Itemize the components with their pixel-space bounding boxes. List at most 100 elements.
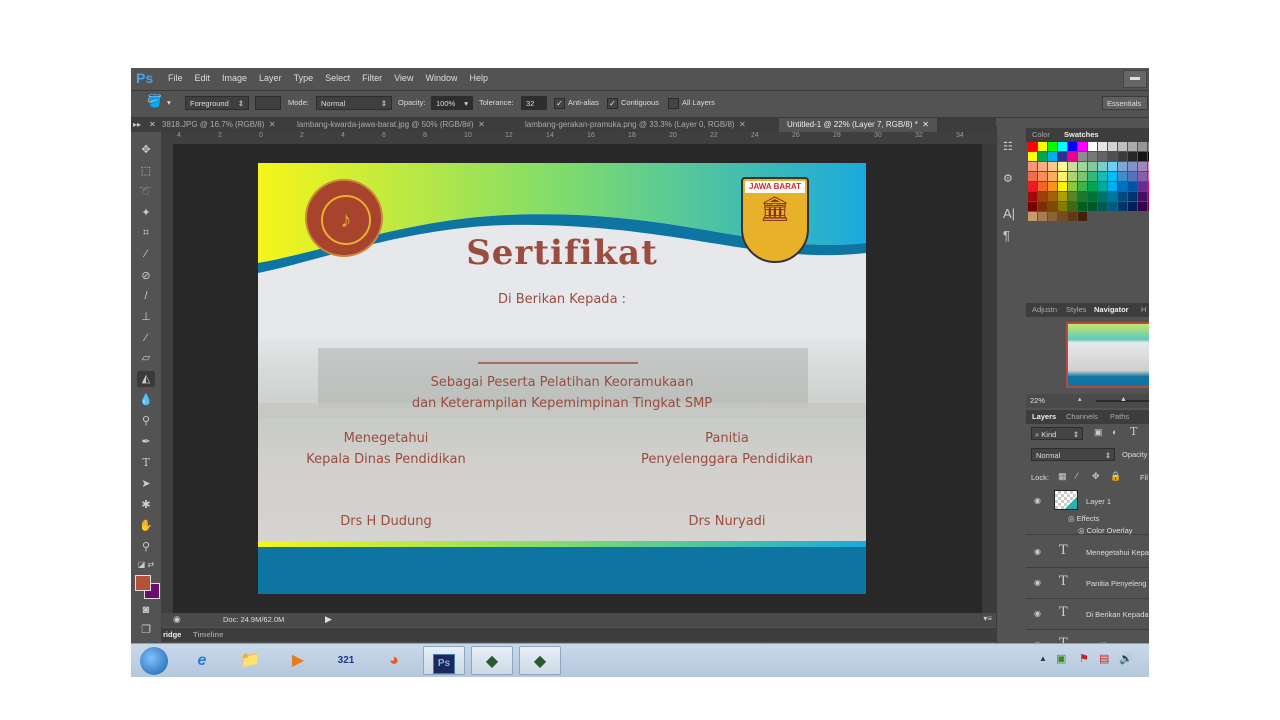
status-options-icon[interactable]: ◉ <box>173 614 181 625</box>
character-icon[interactable]: A| <box>1003 206 1015 221</box>
swatch[interactable] <box>1128 152 1137 161</box>
swatch[interactable] <box>1118 202 1127 211</box>
photoshop-taskbar-button[interactable]: Ps <box>423 646 465 675</box>
tab-styles[interactable]: Styles <box>1066 305 1086 314</box>
pen-tool-icon[interactable]: ✒ <box>137 434 155 450</box>
visibility-eye-icon[interactable]: ◎ <box>1078 526 1087 535</box>
swatch[interactable] <box>1078 192 1087 201</box>
swatch[interactable] <box>1098 192 1107 201</box>
close-icon[interactable]: ✕ <box>920 120 929 129</box>
swatch[interactable] <box>1058 162 1067 171</box>
contiguous-checkbox[interactable]: ✓ Contiguous <box>607 96 659 110</box>
history-icon[interactable]: ☷ <box>1003 140 1013 153</box>
history-brush-tool-icon[interactable]: ⁄ <box>137 330 155 346</box>
swatch[interactable] <box>1038 152 1047 161</box>
swatch[interactable] <box>1088 152 1097 161</box>
swatch[interactable] <box>1048 162 1057 171</box>
swatch[interactable] <box>1138 192 1147 201</box>
volume-icon[interactable]: 🔊 <box>1119 652 1133 665</box>
tab-navigator[interactable]: Navigator <box>1094 305 1129 314</box>
swatch[interactable] <box>1108 182 1117 191</box>
layer-row[interactable]: ◉ T Menegetahui Kepa <box>1026 537 1149 568</box>
swatch[interactable] <box>1058 182 1067 191</box>
all-layers-checkbox[interactable]: All Layers <box>668 96 715 110</box>
blend-mode-select[interactable]: Normal ⇕ <box>1031 448 1115 461</box>
network-icon[interactable]: ▤ <box>1099 652 1109 665</box>
tab-timeline[interactable]: Timeline <box>193 630 223 639</box>
swatch[interactable] <box>1098 172 1107 181</box>
swatch[interactable] <box>1098 152 1107 161</box>
swatch[interactable] <box>1138 162 1147 171</box>
swatch[interactable] <box>1078 142 1087 151</box>
action-center-icon[interactable]: ⚑ <box>1079 652 1089 665</box>
navigator-zoom-value[interactable]: 22% <box>1030 396 1045 405</box>
tab-color[interactable]: Color <box>1032 130 1050 139</box>
swatch[interactable] <box>1058 192 1067 201</box>
menu-image[interactable]: Image <box>222 73 247 83</box>
swatch[interactable] <box>1108 172 1117 181</box>
status-menu-arrow-icon[interactable]: ▶ <box>325 614 332 625</box>
menu-help[interactable]: Help <box>469 73 488 83</box>
marquee-tool-icon[interactable]: ⬚ <box>137 163 155 179</box>
panel-menu-icon[interactable]: ▾≡ <box>983 614 992 623</box>
hand-tool-icon[interactable]: ✋ <box>137 518 155 534</box>
blur-tool-icon[interactable]: 💧 <box>137 392 155 408</box>
start-button[interactable] <box>133 646 175 675</box>
filter-type-icon[interactable]: T <box>1130 425 1137 438</box>
crop-tool-icon[interactable]: ⌗ <box>137 225 155 241</box>
visibility-eye-icon[interactable]: ◉ <box>1034 578 1041 587</box>
swatch[interactable] <box>1028 212 1037 221</box>
swatch[interactable] <box>1128 182 1137 191</box>
swatch[interactable] <box>1028 192 1037 201</box>
workspace-button[interactable]: Essentials <box>1102 96 1148 110</box>
swatch[interactable] <box>1048 142 1057 151</box>
swatch[interactable] <box>1078 212 1087 221</box>
swatch[interactable] <box>1068 182 1077 191</box>
slider-thumb[interactable]: ▲ <box>1120 396 1127 403</box>
type-tool-icon[interactable]: T <box>137 455 155 471</box>
swatch[interactable] <box>1048 152 1057 161</box>
swatch[interactable] <box>1068 202 1077 211</box>
swatch[interactable] <box>1068 162 1077 171</box>
swatch[interactable] <box>1048 192 1057 201</box>
pattern-picker[interactable] <box>255 96 281 110</box>
swatch[interactable] <box>1028 152 1037 161</box>
effects-row[interactable]: ◎ Effects <box>1068 514 1099 523</box>
layer-filter-select[interactable]: ⌕ Kind ⇕ <box>1031 427 1083 440</box>
swatch[interactable] <box>1038 192 1047 201</box>
swatch[interactable] <box>1138 182 1147 191</box>
certificate-canvas[interactable]: ♪ JAWA BARAT 🏛 Sertifikat Di Berikan Kep… <box>258 163 866 594</box>
zoom-out-icon[interactable]: ▴ <box>1078 395 1082 403</box>
anti-alias-checkbox[interactable]: ✓ Anti-alias <box>554 96 599 110</box>
swatch[interactable] <box>1108 162 1117 171</box>
swap-colors-icon[interactable]: ◪ ⇄ <box>137 557 155 573</box>
tolerance-field[interactable]: 32 <box>521 96 547 110</box>
app-taskbar-button[interactable]: ◆ <box>519 646 561 675</box>
fill-source-select[interactable]: Foreground ⇕ <box>185 96 249 110</box>
tool-preset-dropdown[interactable]: ▾ <box>167 96 171 110</box>
lock-all-icon[interactable]: 🔒 <box>1110 471 1121 482</box>
swatch[interactable] <box>1148 152 1149 161</box>
swatch[interactable] <box>1088 182 1097 191</box>
swatch[interactable] <box>1108 152 1117 161</box>
swatch[interactable] <box>1108 192 1117 201</box>
swatch[interactable] <box>1108 202 1117 211</box>
swatch[interactable] <box>1148 142 1149 151</box>
swatch[interactable] <box>1078 202 1087 211</box>
menu-select[interactable]: Select <box>325 73 350 83</box>
swatch[interactable] <box>1028 142 1037 151</box>
swatch[interactable] <box>1138 152 1147 161</box>
custom-shape-tool-icon[interactable]: ✱ <box>137 497 155 513</box>
filter-pixel-icon[interactable]: ▣ <box>1094 427 1103 438</box>
swatch[interactable] <box>1058 152 1067 161</box>
swatch[interactable] <box>1148 192 1149 201</box>
swatch[interactable] <box>1148 162 1149 171</box>
swatch[interactable] <box>1068 152 1077 161</box>
lasso-tool-icon[interactable]: ➰ <box>137 184 155 200</box>
swatch[interactable] <box>1028 162 1037 171</box>
paragraph-icon[interactable]: ¶ <box>1003 228 1010 243</box>
menu-layer[interactable]: Layer <box>259 73 282 83</box>
swatch[interactable] <box>1098 142 1107 151</box>
swatch[interactable] <box>1138 142 1147 151</box>
lock-transparent-icon[interactable]: ▦ <box>1058 471 1067 482</box>
